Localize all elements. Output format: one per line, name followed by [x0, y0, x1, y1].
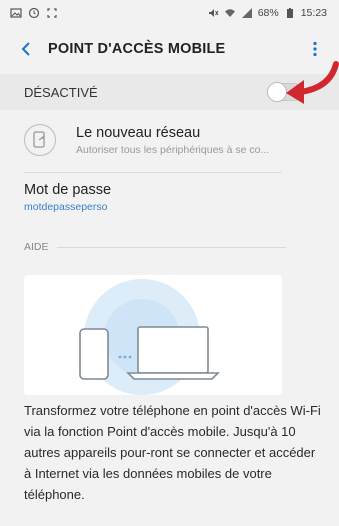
help-section-label: AIDE — [24, 241, 49, 253]
toggle-status-label: DÉSACTIVÉ — [24, 84, 98, 100]
page-title: POINT D'ACCÈS MOBILE — [48, 41, 226, 57]
help-section-line — [56, 246, 286, 248]
help-description: Transformez votre téléphone en point d'a… — [24, 403, 321, 502]
battery-level: 68% — [257, 7, 279, 19]
status-left — [10, 7, 58, 19]
battery-icon — [284, 7, 296, 19]
network-text: Le nouveau réseau Autoriser tous les pér… — [76, 125, 290, 156]
more-vert-icon — [313, 41, 317, 57]
password-value: motdepasseperso — [24, 201, 108, 213]
network-name-row[interactable]: Le nouveau réseau Autoriser tous les pér… — [0, 112, 339, 168]
gallery-icon — [10, 7, 22, 19]
status-bar: 68% 15:23 — [0, 0, 339, 26]
chevron-left-icon — [21, 42, 30, 56]
clock: 15:23 — [300, 7, 327, 19]
password-row[interactable]: Mot de passe motdepasseperso — [0, 182, 339, 222]
wifi-icon — [224, 7, 236, 19]
network-name: Le nouveau réseau — [76, 124, 201, 141]
red-arrow-annotation — [286, 61, 339, 104]
screenshot-icon — [46, 7, 58, 19]
hotspot-illustration — [79, 279, 220, 395]
device-share-icon — [24, 124, 56, 156]
password-label: Mot de passe — [24, 182, 112, 198]
help-section-header: AIDE — [24, 238, 286, 256]
alarm-icon — [28, 7, 40, 19]
status-right: 68% 15:23 — [207, 7, 327, 19]
mute-icon — [207, 7, 219, 19]
signal-icon — [241, 7, 253, 19]
network-description: Autoriser tous les périphériques à se co… — [76, 143, 270, 156]
back-button[interactable] — [12, 35, 40, 63]
divider — [24, 172, 282, 173]
help-illustration-card — [24, 275, 282, 395]
